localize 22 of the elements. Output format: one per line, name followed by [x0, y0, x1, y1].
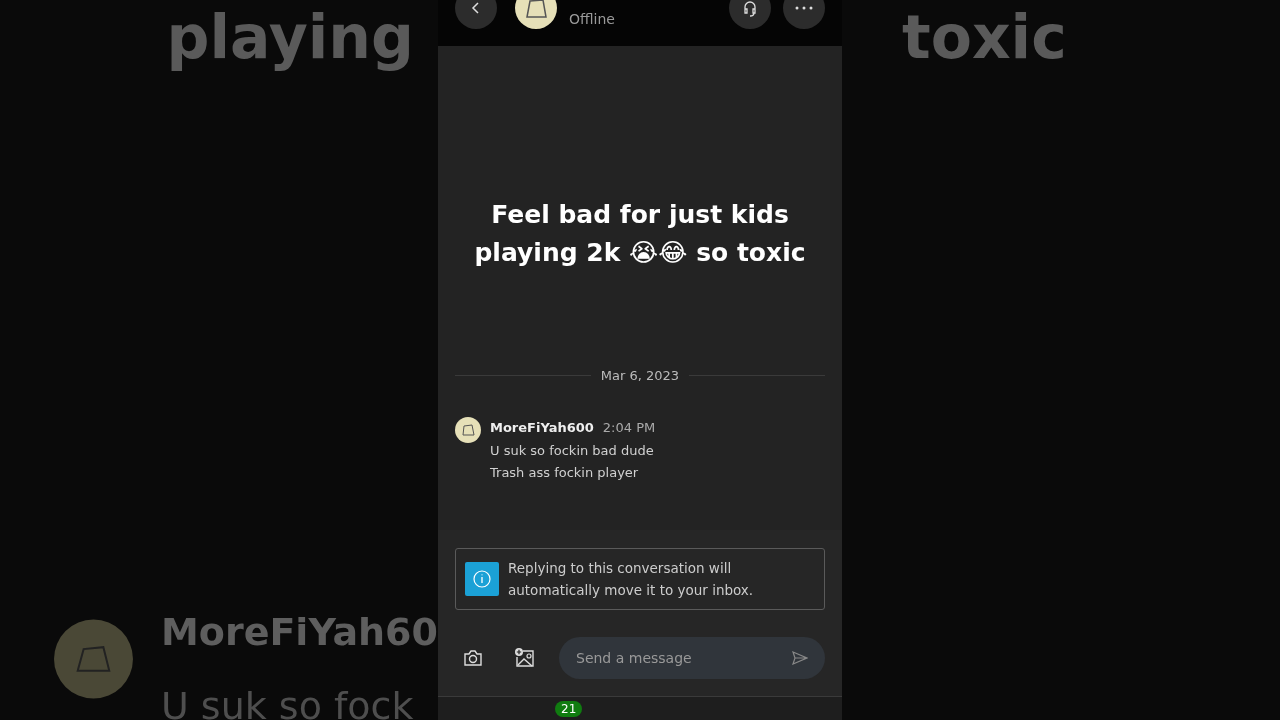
message-text: U suk so fockin bad dude — [490, 442, 655, 460]
more-icon — [795, 6, 813, 10]
date-label: Mar 6, 2023 — [600, 368, 680, 383]
message-time: 2:04 PM — [602, 420, 656, 435]
info-icon — [465, 562, 499, 596]
backdrop-caption: toxic — [901, 1, 1067, 74]
notice-text: Replying to this conversation will automatically move it to your inbox. — [508, 559, 755, 600]
message-author: MoreFiYah600 — [490, 420, 594, 435]
camera-icon — [463, 649, 483, 667]
headset-icon — [742, 0, 758, 17]
backdrop-message: U suk so fock — [160, 684, 415, 720]
status-text: Offline — [569, 11, 616, 27]
backdrop-username: MoreFiYah60 — [160, 610, 438, 654]
backdrop-caption: playing — [166, 1, 415, 74]
video-caption: Feel bad for just kids playing 2k 😭😂 so toxic — [473, 199, 807, 269]
avatar-icon — [54, 618, 133, 700]
avatar-icon — [455, 417, 481, 443]
message-text: Trash ass fockin player — [490, 464, 640, 482]
send-icon[interactable] — [792, 651, 808, 665]
message-field[interactable]: Send a message — [559, 637, 825, 679]
notification-badge: 21 — [555, 701, 583, 717]
add-image-icon — [515, 648, 535, 668]
